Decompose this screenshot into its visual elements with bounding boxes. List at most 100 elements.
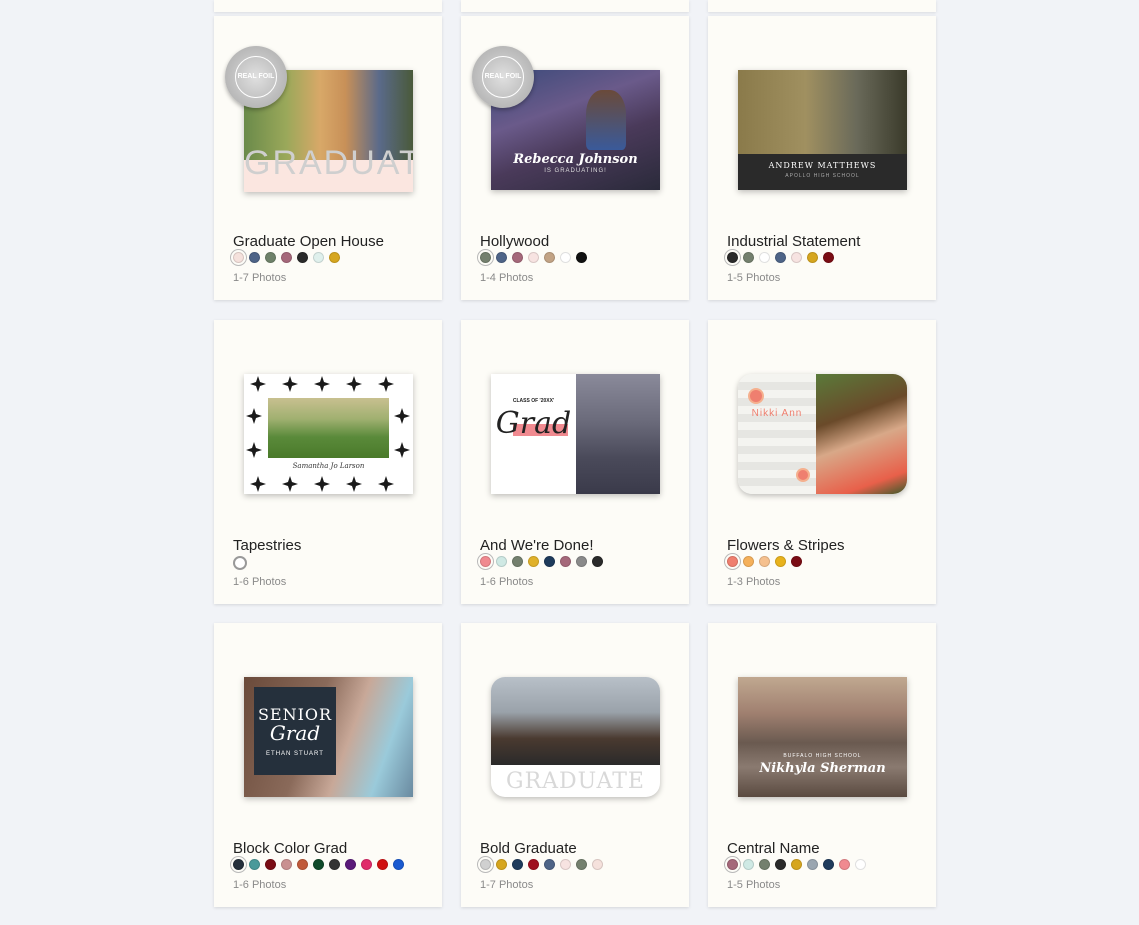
color-swatch[interactable] bbox=[480, 859, 491, 870]
color-swatch[interactable] bbox=[855, 859, 866, 870]
color-swatch[interactable] bbox=[281, 859, 292, 870]
color-swatch[interactable] bbox=[727, 859, 738, 870]
color-swatch[interactable] bbox=[377, 859, 388, 870]
color-swatch[interactable] bbox=[345, 859, 356, 870]
color-swatch[interactable] bbox=[791, 859, 802, 870]
color-swatch[interactable] bbox=[393, 859, 404, 870]
color-swatch[interactable] bbox=[727, 252, 738, 263]
thumbnail-subtitle: APOLLO HIGH SCHOOL bbox=[785, 173, 860, 179]
color-swatch[interactable] bbox=[361, 859, 372, 870]
color-swatch[interactable] bbox=[496, 556, 507, 567]
color-swatch[interactable] bbox=[496, 859, 507, 870]
color-swatches bbox=[233, 252, 340, 263]
card-title: Graduate Open House bbox=[233, 233, 384, 250]
thumbnail-title: Nikki Ann bbox=[751, 408, 803, 419]
color-swatch[interactable] bbox=[560, 556, 571, 567]
card-thumbnail[interactable]: SENIOR Grad ETHAN STUART bbox=[244, 677, 413, 797]
color-swatch[interactable] bbox=[592, 859, 603, 870]
color-swatch[interactable] bbox=[313, 252, 324, 263]
color-swatch[interactable] bbox=[528, 859, 539, 870]
color-swatch[interactable] bbox=[807, 859, 818, 870]
template-card[interactable]: REAL FOIL GRADUATE Graduate Open House 1… bbox=[214, 16, 442, 300]
color-swatch[interactable] bbox=[560, 859, 571, 870]
color-swatch[interactable] bbox=[775, 252, 786, 263]
color-swatch[interactable] bbox=[743, 252, 754, 263]
photo-count: 1-6 Photos bbox=[480, 576, 534, 588]
color-swatch[interactable] bbox=[576, 556, 587, 567]
color-swatch[interactable] bbox=[576, 252, 587, 263]
color-swatches bbox=[233, 859, 404, 870]
photo-count: 1-6 Photos bbox=[233, 879, 287, 891]
card-title: Hollywood bbox=[480, 233, 550, 250]
color-swatch[interactable] bbox=[743, 859, 754, 870]
color-swatch[interactable] bbox=[313, 859, 324, 870]
color-swatch[interactable] bbox=[512, 859, 523, 870]
template-card[interactable]: Samantha Jo Larson Tapestries 1-6 Photos bbox=[214, 320, 442, 604]
color-swatch[interactable] bbox=[496, 252, 507, 263]
photo bbox=[576, 374, 660, 494]
card-thumbnail[interactable]: ANDREW MATTHEWS APOLLO HIGH SCHOOL bbox=[738, 70, 907, 190]
color-swatch[interactable] bbox=[528, 556, 539, 567]
color-swatch[interactable] bbox=[544, 252, 555, 263]
color-swatch[interactable] bbox=[775, 859, 786, 870]
photo-count: 1-3 Photos bbox=[727, 576, 781, 588]
color-swatch[interactable] bbox=[759, 252, 770, 263]
color-swatch[interactable] bbox=[528, 252, 539, 263]
color-swatch[interactable] bbox=[297, 859, 308, 870]
color-swatch[interactable] bbox=[807, 252, 818, 263]
card-thumbnail[interactable]: Grad CLASS OF '20XX' bbox=[491, 374, 660, 494]
color-swatch[interactable] bbox=[480, 252, 491, 263]
template-card[interactable]: GRADUATE Bold Graduate 1-7 Photos bbox=[461, 623, 689, 907]
color-swatch[interactable] bbox=[560, 252, 571, 263]
card-title: Flowers & Stripes bbox=[727, 537, 845, 554]
color-swatch[interactable] bbox=[823, 252, 834, 263]
color-swatch[interactable] bbox=[791, 556, 802, 567]
color-swatch[interactable] bbox=[544, 556, 555, 567]
template-card[interactable]: BUFFALO HIGH SCHOOL Nikhyla Sherman Cent… bbox=[708, 623, 936, 907]
template-card[interactable]: REAL FOIL Rebecca Johnson IS GRADUATING!… bbox=[461, 16, 689, 300]
color-swatch[interactable] bbox=[249, 252, 260, 263]
card-thumbnail[interactable]: Samantha Jo Larson bbox=[244, 374, 413, 494]
template-card[interactable]: Grad CLASS OF '20XX' And We're Done! 1-6… bbox=[461, 320, 689, 604]
flower-icon bbox=[750, 390, 762, 402]
template-card[interactable]: SENIOR Grad ETHAN STUART Block Color Gra… bbox=[214, 623, 442, 907]
card-title: Central Name bbox=[727, 840, 820, 857]
card-thumbnail[interactable]: BUFFALO HIGH SCHOOL Nikhyla Sherman bbox=[738, 677, 907, 797]
color-swatch[interactable] bbox=[281, 252, 292, 263]
color-swatch[interactable] bbox=[743, 556, 754, 567]
color-swatch[interactable] bbox=[759, 556, 770, 567]
color-swatch[interactable] bbox=[759, 859, 770, 870]
template-card[interactable]: ANDREW MATTHEWS APOLLO HIGH SCHOOL Indus… bbox=[708, 16, 936, 300]
color-swatch[interactable] bbox=[823, 859, 834, 870]
card-thumbnail[interactable]: GRADUATE bbox=[491, 677, 660, 797]
color-swatch[interactable] bbox=[775, 556, 786, 567]
color-swatch[interactable] bbox=[329, 252, 340, 263]
color-swatch[interactable] bbox=[839, 859, 850, 870]
color-swatch[interactable] bbox=[592, 556, 603, 567]
real-foil-badge: REAL FOIL bbox=[472, 46, 534, 108]
card-title: And We're Done! bbox=[480, 537, 594, 554]
thumbnail-title: Rebecca Johnson bbox=[513, 152, 638, 167]
color-swatch[interactable] bbox=[512, 252, 523, 263]
card-stub bbox=[708, 0, 936, 12]
color-swatch[interactable] bbox=[233, 556, 247, 570]
color-swatch[interactable] bbox=[297, 252, 308, 263]
color-swatches bbox=[727, 859, 866, 870]
color-swatches bbox=[480, 252, 587, 263]
thumbnail-title: Samantha Jo Larson bbox=[292, 462, 365, 470]
color-swatch[interactable] bbox=[512, 556, 523, 567]
color-swatch[interactable] bbox=[265, 859, 276, 870]
color-swatch[interactable] bbox=[265, 252, 276, 263]
color-swatch[interactable] bbox=[233, 859, 244, 870]
color-swatch[interactable] bbox=[791, 252, 802, 263]
color-swatch[interactable] bbox=[544, 859, 555, 870]
template-card[interactable]: Nikki Ann Flowers & Stripes 1-3 Photos bbox=[708, 320, 936, 604]
photo bbox=[816, 374, 907, 494]
color-swatch[interactable] bbox=[480, 556, 491, 567]
color-swatch[interactable] bbox=[249, 859, 260, 870]
color-swatch[interactable] bbox=[329, 859, 340, 870]
color-swatch[interactable] bbox=[233, 252, 244, 263]
card-thumbnail[interactable]: Nikki Ann bbox=[738, 374, 907, 494]
color-swatch[interactable] bbox=[576, 859, 587, 870]
color-swatch[interactable] bbox=[727, 556, 738, 567]
